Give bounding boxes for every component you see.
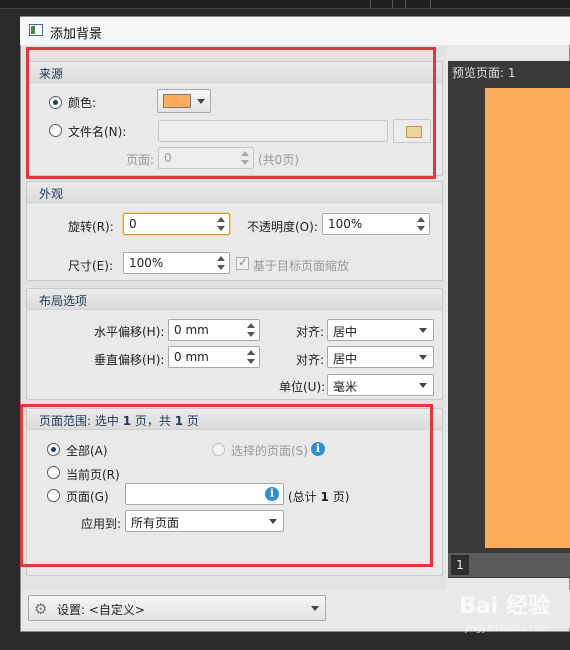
- h-align-select[interactable]: 居中: [327, 319, 434, 341]
- size-stepper[interactable]: 100%: [123, 252, 230, 274]
- rotation-label: 旋转(R):: [68, 220, 114, 234]
- h-offset-label: 水平偏移(H):: [94, 325, 165, 339]
- app-window-icon: [29, 24, 43, 36]
- v-offset-stepper[interactable]: 0 mm: [168, 346, 260, 368]
- chevron-down-icon: [311, 606, 319, 611]
- highlight-box: [20, 404, 433, 567]
- h-align-label: 对齐:: [296, 325, 325, 339]
- background-toolbar-strip: [0, 0, 570, 9]
- settings-label: 设置: <自定义>: [57, 603, 145, 617]
- size-label: 尺寸(E):: [68, 259, 113, 273]
- layout-section-title: 布局选项: [39, 294, 88, 308]
- highlight-box: [26, 47, 436, 179]
- rotation-stepper[interactable]: 0: [123, 213, 230, 235]
- watermark-url: jingyan.baidu.com: [464, 624, 548, 634]
- v-offset-label: 垂直偏移(H):: [94, 353, 165, 367]
- scale-to-page-checkbox[interactable]: [236, 255, 249, 270]
- v-align-select[interactable]: 居中: [327, 346, 434, 368]
- appearance-section-title: 外观: [39, 187, 64, 201]
- unit-label: 单位(U):: [279, 380, 326, 394]
- opacity-label: 不透明度(O):: [247, 220, 318, 234]
- preview-title: 预览页面: 1: [452, 66, 516, 80]
- settings-select[interactable]: ⚙ 设置: <自定义>: [28, 595, 326, 621]
- gear-icon: ⚙: [34, 600, 48, 618]
- watermark-logo: Bai 经验: [459, 594, 550, 619]
- preview-page: [485, 88, 570, 548]
- opacity-stepper[interactable]: 100%: [322, 213, 430, 235]
- dialog-title: 添加背景: [50, 27, 103, 42]
- dialog-titlebar[interactable]: 添加背景: [20, 17, 570, 45]
- v-align-label: 对齐:: [296, 353, 325, 367]
- unit-select[interactable]: 毫米: [327, 374, 434, 396]
- preview-page-number[interactable]: 1: [451, 555, 469, 575]
- scale-to-page-label: 基于目标页面缩放: [253, 259, 350, 273]
- h-offset-stepper[interactable]: 0 mm: [168, 319, 260, 341]
